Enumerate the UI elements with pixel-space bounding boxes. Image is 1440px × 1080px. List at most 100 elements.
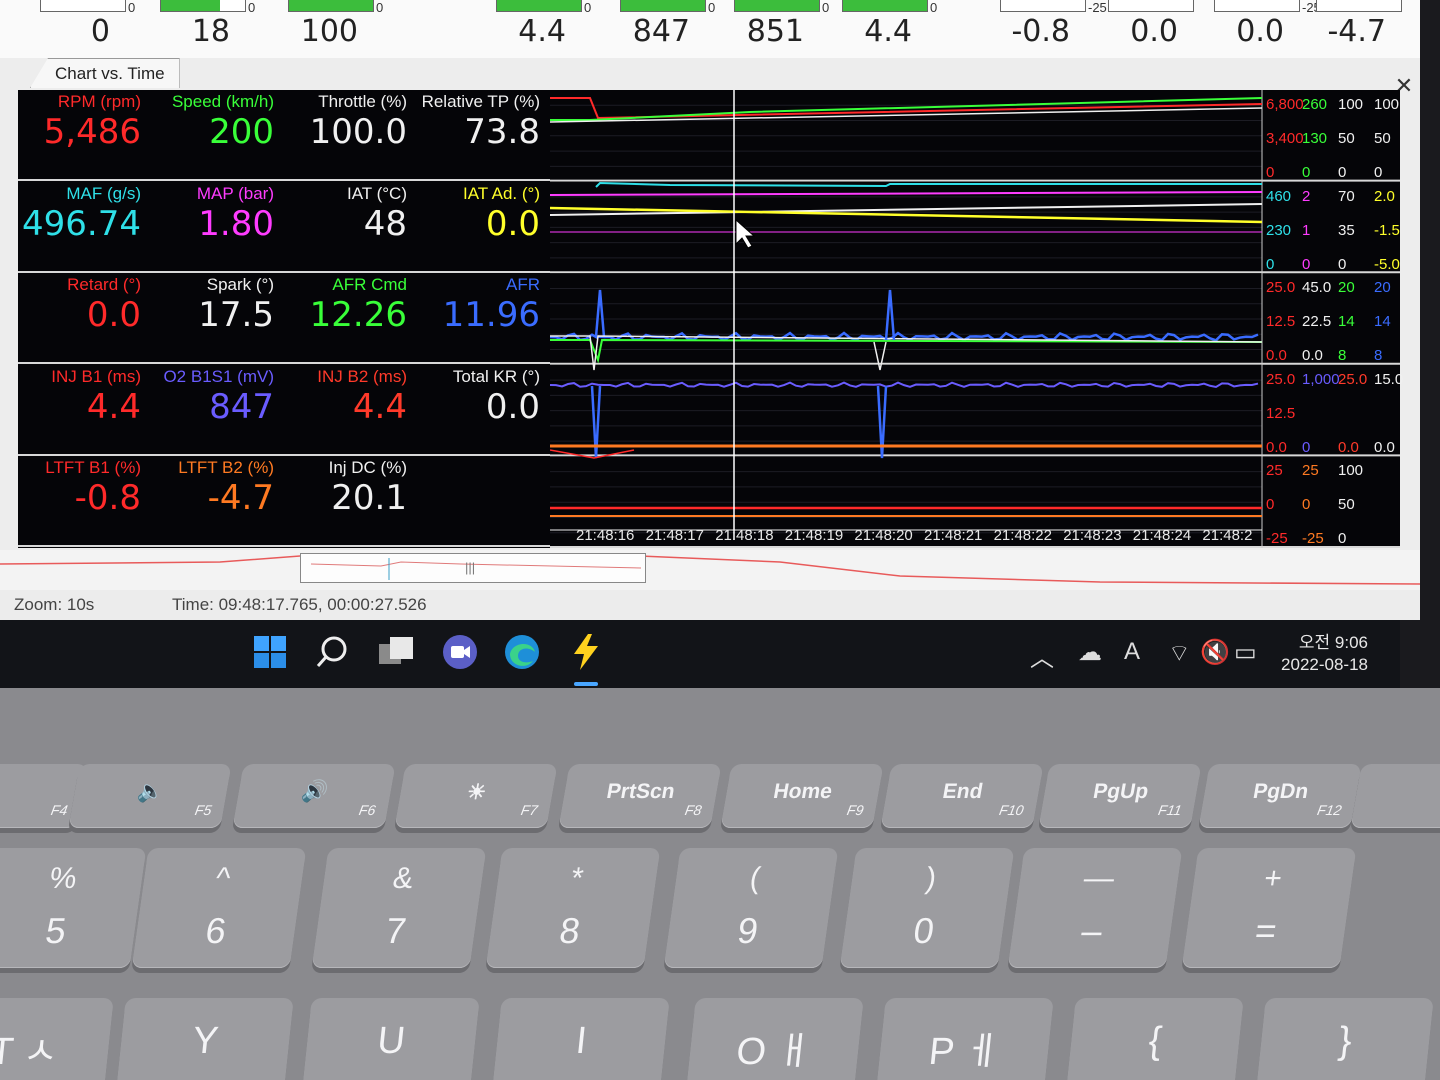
gauge-min-label: -25 (1088, 0, 1107, 15)
parameter-label: IAT (°C) (347, 183, 407, 203)
parameter-row: INJ B1 (ms) 4.4 O2 B1S1 (mV) 847 INJ B2 (ms)… (18, 365, 550, 456)
key-fn-label: F4 (49, 802, 69, 818)
gauge-value: -4.7 (1327, 14, 1386, 49)
axis-scale-label: 0.0 (1266, 347, 1287, 365)
letter-key[interactable]: I (490, 998, 670, 1080)
gauge-bar (1316, 0, 1402, 12)
parameter-cell: AFR 11.96 (417, 273, 550, 364)
parameter-row: MAF (g/s) 496.74 MAP (bar) 1.80 IAT (°C) 48 IA… (18, 182, 550, 273)
parameter-value: 496.74 (22, 203, 141, 244)
axis-scale-label: 100 (1338, 462, 1364, 480)
letter-key[interactable]: Y (114, 998, 294, 1080)
number-key[interactable]: (9 (663, 848, 839, 968)
time-chart[interactable]: 21:48:16 21:48:17 21:48:18 21:48:19 21:48:20… (550, 90, 1403, 548)
gauge: 0 18 (160, 0, 264, 58)
time-readout: Time: 09:48:17.765, 00:00:27.526 (172, 595, 427, 614)
axis-scale-label: 25 (1266, 462, 1283, 480)
overview-grip-icon[interactable]: ||| (465, 560, 475, 575)
active-app-indicator (574, 682, 598, 686)
function-key[interactable]: PgUp F11 (1038, 764, 1202, 828)
function-key[interactable]: PrtScn F8 (558, 764, 722, 828)
time-axis-label: 21:48:21 (924, 527, 983, 544)
gauge-min-label: 0 (708, 0, 716, 15)
key-main-label: O ㅐ (734, 1031, 814, 1073)
letter-key[interactable]: T ㅅ (0, 998, 114, 1080)
function-key[interactable]: 🔈 F5 (68, 764, 232, 828)
function-key[interactable]: ☀ F7 (394, 764, 558, 828)
function-key[interactable]: PgDn F12 (1198, 764, 1362, 828)
gauge-min-label: 0 (584, 0, 592, 15)
key-main-label: 7 (382, 910, 409, 951)
clock-date: 2022-08-18 (1281, 655, 1368, 674)
function-key[interactable]: Ins (1350, 764, 1440, 828)
number-key[interactable]: — – (1007, 848, 1183, 968)
time-axis-label: 21:48:2 (1202, 527, 1253, 544)
parameter-cell: MAF (g/s) 496.74 (18, 182, 151, 273)
axis-scale-label: 0 (1302, 255, 1311, 273)
function-key[interactable]: 🔊 F6 (232, 764, 396, 828)
key-shift-label: ^ (213, 862, 233, 895)
chat-icon[interactable] (440, 632, 480, 672)
parameter-cell: Relative TP (%) 73.8 (417, 90, 550, 181)
letter-key[interactable]: } (1254, 998, 1434, 1080)
axis-scale-label: 0 (1302, 496, 1311, 514)
key-main-label: – (1078, 910, 1105, 951)
key-shift-label: — (1081, 862, 1117, 895)
parameter-label: MAP (bar) (196, 183, 274, 203)
number-key[interactable]: * 8 (485, 848, 661, 968)
parameter-value: 200 (209, 112, 274, 152)
key-main-label: Y (190, 1020, 221, 1062)
clock[interactable]: 오전 9:06 2022-08-18 (1262, 632, 1368, 676)
edge-icon[interactable] (502, 632, 542, 672)
number-key[interactable]: ) 0 (839, 848, 1015, 968)
axis-scale-label: 0.0 (1302, 347, 1323, 365)
function-key[interactable]: End F10 (880, 764, 1044, 828)
number-key[interactable]: + = (1181, 848, 1357, 968)
parameter-value: 4.4 (352, 386, 407, 427)
letter-key[interactable]: { (1064, 998, 1244, 1080)
letter-key[interactable]: O ㅐ (684, 998, 864, 1080)
letter-key[interactable]: U (300, 998, 480, 1080)
number-key[interactable]: ^ 6 (131, 848, 307, 968)
speaker-muted-icon[interactable]: 🔇 (1200, 638, 1230, 667)
axis-scale-label: 0 (1266, 164, 1275, 181)
letter-key[interactable]: P ㅔ (874, 998, 1054, 1080)
parameter-cell: Retard (°) 0.0 (18, 273, 151, 364)
task-view-icon[interactable] (376, 632, 416, 672)
axis-scale-label: 0.0 (1266, 438, 1287, 456)
gauge-value: 4.4 (518, 14, 566, 49)
overview-thumb[interactable]: ||| (300, 553, 646, 583)
overview-scroller[interactable]: ||| (0, 550, 1420, 590)
axis-scale-label: 100 (1338, 96, 1364, 113)
number-key[interactable]: % 5 (0, 848, 147, 968)
key-fn-label: F5 (193, 802, 213, 818)
chevron-up-icon[interactable]: ︿ (1030, 638, 1054, 673)
time-axis-label: 21:48:18 (715, 527, 774, 544)
gauge-value: 847 (632, 14, 690, 49)
windows-start-icon[interactable] (250, 632, 290, 672)
function-key[interactable]: Home F9 (720, 764, 884, 828)
wifi-icon[interactable]: ⌔ (1168, 638, 1191, 668)
axis-scale-label: -25 (1302, 530, 1324, 548)
input-language-icon[interactable]: A (1124, 638, 1140, 666)
onedrive-icon[interactable]: ☁ (1078, 638, 1102, 667)
number-key[interactable]: & 7 (311, 848, 487, 968)
parameter-value: 847 (209, 386, 274, 427)
axis-scale-label: 22.5 (1302, 313, 1332, 331)
axis-scale-label: -5.0 (1374, 255, 1400, 273)
gauge: -25 0.0 (1214, 0, 1321, 58)
parameter-label: AFR Cmd (332, 275, 407, 295)
search-icon[interactable] (312, 632, 352, 672)
battery-icon[interactable]: ▭ (1234, 638, 1257, 667)
parameter-value: 11.96 (442, 295, 540, 336)
parameter-label: O2 B1S1 (mV) (163, 366, 274, 386)
axis-scale-label: 260 (1302, 96, 1328, 113)
hp-tuners-icon[interactable] (566, 632, 606, 672)
tab-chart-vs-time[interactable]: Chart vs. Time (30, 58, 180, 88)
axis-scale-label: 25.0 (1266, 279, 1296, 297)
axis-scale-label: 12.5 (1266, 404, 1296, 422)
zoom-readout: Zoom: 10s (14, 595, 95, 614)
key-shift-label: ( (747, 862, 763, 895)
axis-scale-label: 25.0 (1338, 370, 1368, 388)
gauge-value: 0 (90, 14, 110, 49)
